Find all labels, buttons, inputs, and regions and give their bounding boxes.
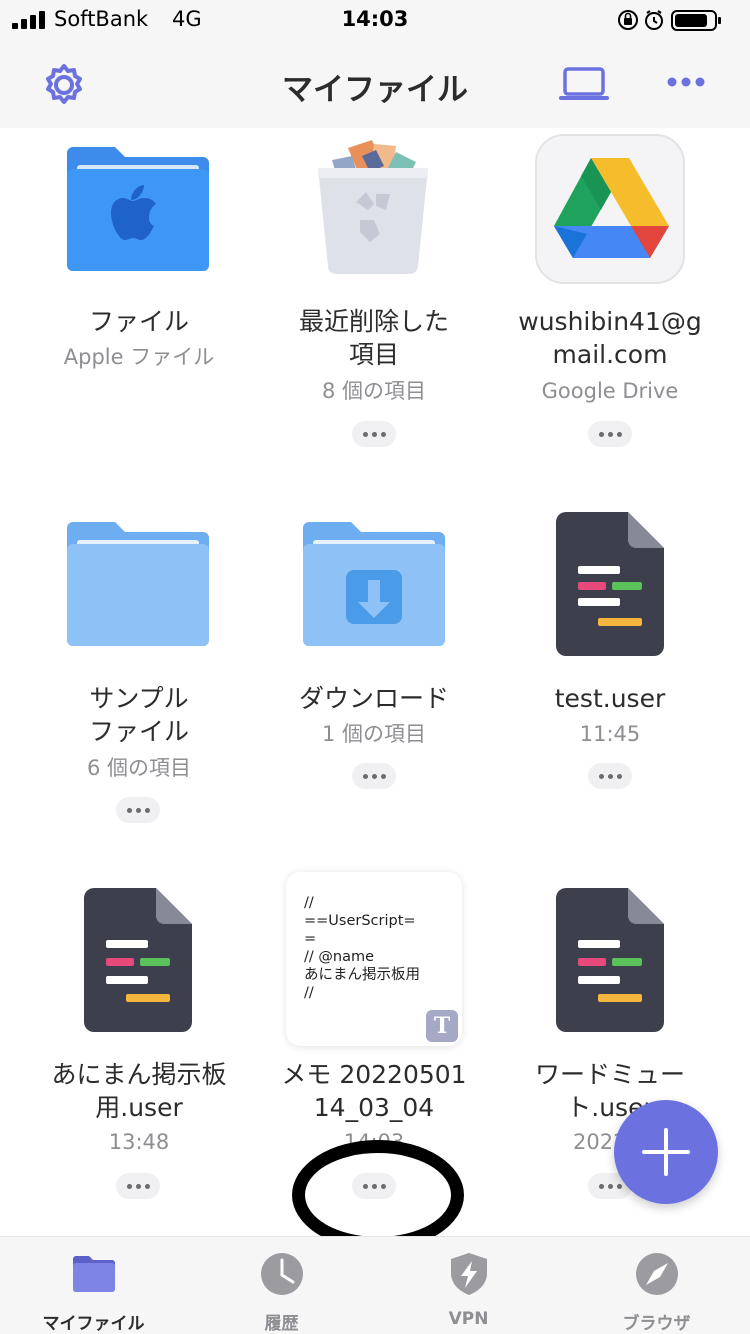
item-subtitle: 11:45 — [579, 722, 641, 746]
tab-browser[interactable]: ブラウザ — [563, 1237, 750, 1334]
shield-bolt-icon — [451, 1253, 487, 1295]
clock-icon — [261, 1253, 303, 1295]
tab-history[interactable]: 履歴 — [188, 1237, 375, 1334]
status-bar: SoftBank 4G 14:03 — [0, 0, 750, 40]
item-title: 最近削除した — [298, 307, 449, 336]
item-title: wushibin41@g — [518, 307, 702, 336]
apple-folder-icon[interactable] — [67, 143, 209, 271]
tab-label: マイファイル — [42, 1314, 145, 1334]
item-title: ワードミュー — [534, 1060, 685, 1089]
item-title: ダウンロード — [298, 684, 449, 713]
item-subtitle: 1 個の項目 — [321, 722, 427, 746]
text-memo-icon[interactable]: // ==UserScript= = // @name あにまん掲示板用 // … — [286, 872, 462, 1046]
compass-icon — [636, 1253, 678, 1295]
item-subtitle: 6 個の項目 — [86, 756, 192, 780]
status-icons — [616, 8, 736, 32]
download-folder-icon[interactable] — [303, 520, 445, 646]
laptop-icon[interactable] — [558, 66, 610, 102]
script-file-icon[interactable] — [84, 888, 192, 1032]
item-more-button[interactable] — [588, 763, 632, 789]
item-more-button[interactable] — [116, 797, 160, 823]
tab-label: VPN — [448, 1309, 489, 1329]
folder-icon[interactable] — [67, 520, 209, 646]
item-more-button[interactable] — [588, 421, 632, 447]
item-title: test.user — [554, 684, 666, 713]
item-more-button[interactable] — [352, 763, 396, 789]
item-title-line2: mail.com — [552, 340, 668, 369]
folder-icon — [73, 1256, 115, 1292]
tab-bar: マイファイル 履歴 VPN ブラウザ — [0, 1236, 750, 1334]
item-subtitle: 13:48 — [108, 1130, 170, 1154]
item-more-button[interactable] — [352, 421, 396, 447]
item-title-line2: 項目 — [348, 340, 399, 369]
tab-label: ブラウザ — [622, 1314, 691, 1334]
navigation-bar: マイファイル — [0, 40, 750, 128]
add-button[interactable] — [614, 1100, 718, 1204]
tab-vpn[interactable]: VPN — [375, 1237, 562, 1334]
item-title-line2: 14_03_04 — [313, 1093, 435, 1122]
battery-icon — [671, 10, 721, 31]
trash-icon[interactable] — [312, 138, 434, 274]
item-title-line2: 用.user — [95, 1093, 183, 1122]
google-drive-icon[interactable] — [535, 134, 685, 284]
item-subtitle: 8 個の項目 — [321, 379, 427, 403]
memo-preview: // ==UserScript= = // @name あにまん掲示板用 // — [304, 895, 420, 1001]
item-title: ファイル — [88, 307, 189, 336]
tab-label: 履歴 — [264, 1314, 299, 1334]
script-file-icon[interactable] — [556, 888, 664, 1032]
item-title: あにまん掲示板 — [51, 1060, 227, 1089]
annotation-circle — [292, 1140, 464, 1250]
rotation-lock-icon — [618, 10, 638, 30]
alarm-icon — [645, 10, 663, 30]
item-subtitle: Google Drive — [541, 379, 679, 403]
text-type-badge: T — [426, 1010, 458, 1042]
item-subtitle: Apple ファイル — [63, 345, 215, 369]
item-title: メモ 20220501 — [281, 1060, 467, 1089]
item-title: サンプル — [89, 684, 189, 713]
page-title: マイファイル — [282, 72, 468, 108]
item-title-line2: ファイル — [88, 717, 189, 746]
tab-my-files[interactable]: マイファイル — [0, 1237, 187, 1334]
item-more-button[interactable] — [116, 1173, 160, 1199]
more-options-icon[interactable] — [666, 74, 706, 90]
script-file-icon[interactable] — [556, 512, 664, 656]
